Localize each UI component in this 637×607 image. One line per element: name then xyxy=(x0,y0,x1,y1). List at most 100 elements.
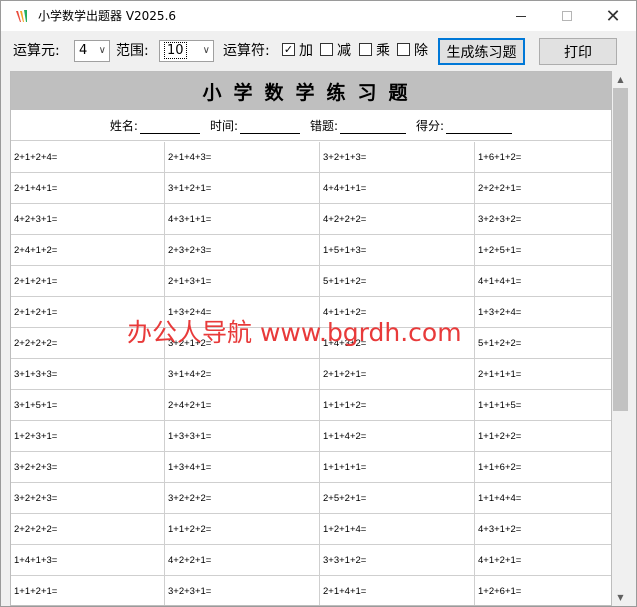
problem-cell: 1+1+6+2= xyxy=(478,461,522,473)
multiply-checkbox[interactable] xyxy=(359,43,372,56)
problem-cell: 3+2+1+3= xyxy=(320,142,475,172)
problem-row: 2+4+1+2= 2+3+2+3= 1+5+1+3= 1+2+5+1= xyxy=(11,235,611,266)
range-select[interactable]: 10 ∨ xyxy=(159,40,214,62)
problem-cell: 4+3+1+1= xyxy=(165,204,320,234)
problem-cell: 3+1+5+1= xyxy=(11,390,165,420)
problem-cell: 2+5+2+1= xyxy=(320,483,475,513)
problem-cell: 1+5+1+3= xyxy=(320,235,475,265)
checkmark-icon: ✓ xyxy=(283,43,294,56)
add-checkbox[interactable]: ✓ xyxy=(282,43,295,56)
problem-cell: 1+1+2+2= xyxy=(165,514,320,544)
problem-cell: 4+4+1+1= xyxy=(320,173,475,203)
add-label: 加 xyxy=(299,43,313,59)
problem-cell: 2+1+1+1= xyxy=(478,368,522,380)
problem-row: 2+1+2+4= 2+1+4+3= 3+2+1+3= 1+6+1+2= xyxy=(11,142,611,173)
operands-label: 运算元: xyxy=(13,43,60,59)
operands-select[interactable]: 4 ∨ xyxy=(74,40,110,62)
scroll-thumb[interactable] xyxy=(613,88,628,411)
problem-cell: 2+1+2+4= xyxy=(11,142,165,172)
operands-value: 4 xyxy=(79,43,88,58)
problem-cell: 2+2+2+1= xyxy=(478,182,522,194)
problem-cell: 3+2+3+1= xyxy=(165,576,320,605)
problem-row: 1+1+2+1= 3+2+3+1= 2+1+4+1= 1+2+6+1= xyxy=(11,576,611,605)
app-window: 小学数学出题器 V2025.6 ✕ 运算元: 4 ∨ 范围: 10 ∨ 运算符:… xyxy=(0,0,637,607)
problem-cell: 1+3+2+4= xyxy=(478,306,522,318)
student-info-row: 姓名: 时间: 错题: 得分: xyxy=(11,110,611,141)
range-value: 10 xyxy=(164,42,187,59)
problem-cell: 2+3+2+3= xyxy=(165,235,320,265)
problem-row: 3+1+3+3= 3+1+4+2= 2+1+2+1= 2+1+1+1= xyxy=(11,359,611,390)
score-field: 得分: xyxy=(416,117,513,134)
divide-label: 除 xyxy=(414,43,428,59)
worksheet-title: 小学数学练习题 xyxy=(11,72,611,110)
problem-cell: 4+2+2+2= xyxy=(320,204,475,234)
problem-cell: 1+2+3+1= xyxy=(11,421,165,451)
problem-cell: 3+2+2+3= xyxy=(11,452,165,482)
problem-cell: 1+4+1+3= xyxy=(11,545,165,575)
scroll-down-arrow-icon[interactable]: ▼ xyxy=(612,589,629,606)
problem-cell: 5+1+2+2= xyxy=(478,337,522,349)
chevron-down-icon: ∨ xyxy=(202,45,210,56)
time-label: 时间: xyxy=(209,118,238,133)
errors-blank xyxy=(340,122,407,134)
problem-row: 3+2+2+3= 1+3+4+1= 1+1+1+1= 1+1+6+2= xyxy=(11,452,611,483)
problem-cell: 1+1+2+2= xyxy=(478,430,522,442)
problem-cell: 2+4+1+2= xyxy=(11,235,165,265)
problem-row: 1+4+1+3= 4+2+2+1= 3+3+1+2= 4+1+2+1= xyxy=(11,545,611,576)
problem-cell: 4+1+2+1= xyxy=(478,554,522,566)
time-blank xyxy=(240,122,300,134)
problem-row: 2+1+2+1= 2+1+3+1= 5+1+1+2= 4+1+4+1= xyxy=(11,266,611,297)
problem-cell: 1+3+4+1= xyxy=(165,452,320,482)
problem-row: 4+2+3+1= 4+3+1+1= 4+2+2+2= 3+2+3+2= xyxy=(11,204,611,235)
problem-cell: 2+4+2+1= xyxy=(165,390,320,420)
operators-label: 运算符: xyxy=(223,43,270,59)
errors-field: 错题: xyxy=(310,117,407,134)
problem-cell: 1+2+1+4= xyxy=(320,514,475,544)
problem-cell: 3+1+3+3= xyxy=(11,359,165,389)
score-blank xyxy=(446,122,513,134)
problem-cell: 3+2+3+2= xyxy=(478,213,522,225)
problem-cell: 2+2+2+2= xyxy=(11,514,165,544)
generate-button[interactable]: 生成练习题 xyxy=(438,38,525,65)
maximize-icon xyxy=(562,11,572,21)
name-blank xyxy=(139,122,200,134)
problem-cell: 3+1+2+1= xyxy=(165,173,320,203)
problem-cell: 5+1+1+2= xyxy=(320,266,475,296)
problem-row: 2+1+4+1= 3+1+2+1= 4+4+1+1= 2+2+2+1= xyxy=(11,173,611,204)
problem-cell: 4+2+3+1= xyxy=(11,204,165,234)
problem-cell: 3+3+1+2= xyxy=(320,545,475,575)
print-button[interactable]: 打印 xyxy=(539,38,617,65)
errors-label: 错题: xyxy=(310,118,339,133)
scroll-up-arrow-icon[interactable]: ▲ xyxy=(612,71,629,88)
problem-cell: 4+1+4+1= xyxy=(478,275,522,287)
problem-cell: 1+1+4+2= xyxy=(320,421,475,451)
close-button[interactable]: ✕ xyxy=(590,1,636,31)
divide-checkbox[interactable] xyxy=(397,43,410,56)
close-icon: ✕ xyxy=(605,5,621,27)
problem-row: 3+2+2+3= 3+2+2+2= 2+5+2+1= 1+1+4+4= xyxy=(11,483,611,514)
range-label: 范围: xyxy=(116,43,149,59)
problem-row: 3+1+5+1= 2+4+2+1= 1+1+1+2= 1+1+1+5= xyxy=(11,390,611,421)
maximize-button[interactable] xyxy=(544,1,590,31)
multiply-label: 乘 xyxy=(376,43,390,59)
problem-row: 2+2+2+2= 1+1+2+2= 1+2+1+4= 4+3+1+2= xyxy=(11,514,611,545)
minimize-button[interactable] xyxy=(498,1,544,31)
problem-cell: 1+1+1+5= xyxy=(478,399,522,411)
problem-cell: 4+3+1+2= xyxy=(478,523,522,535)
problem-cell: 2+1+2+1= xyxy=(11,266,165,296)
score-label: 得分: xyxy=(416,118,445,133)
subtract-label: 减 xyxy=(337,43,351,59)
watermark-text: 办公人导航 www.bgrdh.com xyxy=(127,318,462,347)
problem-row: 1+2+3+1= 1+3+3+1= 1+1+4+2= 1+1+2+2= xyxy=(11,421,611,452)
problem-cell: 1+1+2+1= xyxy=(11,576,165,605)
minimize-icon xyxy=(516,15,526,17)
vertical-scrollbar[interactable]: ▲ ▼ xyxy=(612,71,629,606)
time-field: 时间: xyxy=(210,117,300,134)
problem-cell: 2+1+3+1= xyxy=(165,266,320,296)
problem-cell: 1+1+4+4= xyxy=(478,492,522,504)
problem-cell: 2+1+4+3= xyxy=(165,142,320,172)
name-label: 姓名: xyxy=(109,118,138,133)
subtract-checkbox[interactable] xyxy=(320,43,333,56)
problem-cell: 1+2+5+1= xyxy=(478,244,522,256)
problem-cell: 1+1+1+1= xyxy=(320,452,475,482)
